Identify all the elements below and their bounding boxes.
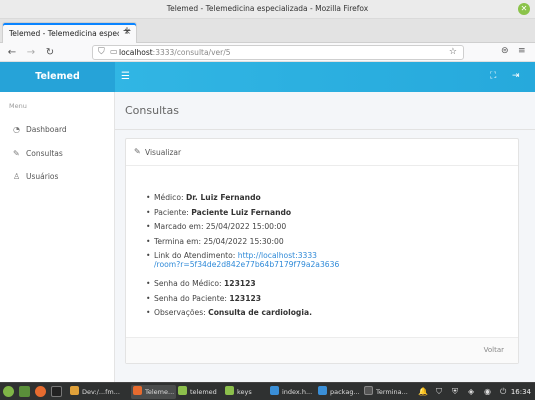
- fullscreen-icon[interactable]: ⛶: [490, 71, 496, 81]
- sidebar-item-label: Consultas: [26, 149, 63, 158]
- taskbar-clock[interactable]: 16:34: [511, 385, 531, 399]
- page-info-icon[interactable]: ▭: [110, 47, 118, 56]
- sidebar-toggle-icon[interactable]: ☰: [121, 71, 130, 82]
- os-taskbar: Dev:/...fm... Teleme... telemed keys ind…: [0, 382, 535, 400]
- shield-icon[interactable]: ⛨: [452, 385, 458, 399]
- list-item: Senha do Médico: 123123: [146, 279, 506, 294]
- browser-tab[interactable]: Telemed - Telemedicina especia ×: [2, 22, 137, 43]
- forward-icon[interactable]: →: [24, 46, 38, 59]
- list-item: Senha do Paciente: 123123: [146, 294, 506, 309]
- terminal-launcher-icon[interactable]: [51, 386, 62, 397]
- wifi-icon[interactable]: ◉: [484, 385, 491, 399]
- sidebar: Menu ◔ Dashboard ✎ Consultas ♙ Usuários: [0, 92, 115, 382]
- taskbar-item[interactable]: telemed: [178, 385, 217, 399]
- tab-title: Telemed - Telemedicina especia: [9, 29, 119, 38]
- new-tab-button[interactable]: +: [120, 22, 134, 40]
- browser-navbar: ← → ↻ ⛉ ▭ localhost:3333/consulta/ver/5 …: [0, 43, 535, 62]
- notification-icon[interactable]: 🔔: [418, 385, 428, 399]
- app-header: Telemed ☰ ⛶ ⇥: [0, 62, 535, 92]
- card-footer: Voltar: [126, 337, 518, 363]
- main-content: Consultas ✎ Visualizar Médico: Dr. Luiz …: [115, 92, 535, 382]
- page-title: Consultas: [125, 104, 179, 117]
- shield-icon[interactable]: ⛉: [98, 47, 105, 57]
- network-icon[interactable]: ⛉: [436, 385, 442, 399]
- sidebar-item-label: Usuários: [26, 172, 59, 181]
- window-title: Telemed - Telemedicina especializada - M…: [166, 4, 369, 13]
- window-close-icon[interactable]: ✕: [518, 3, 530, 15]
- edit-icon: ✎: [13, 149, 20, 158]
- list-item: Termina em: 25/04/2022 15:30:00: [146, 237, 506, 252]
- list-item: Paciente: Paciente Luiz Fernando: [146, 208, 506, 223]
- list-item: Marcado em: 25/04/2022 15:00:00: [146, 222, 506, 237]
- reload-icon[interactable]: ↻: [43, 46, 57, 59]
- dashboard-icon: ◔: [13, 125, 20, 134]
- bookmark-star-icon[interactable]: ☆: [449, 47, 457, 57]
- list-item: Médico: Dr. Luiz Fernando: [146, 193, 506, 208]
- firefox-launcher-icon[interactable]: [35, 386, 46, 397]
- list-item: Link do Atendimento: http://localhost:33…: [146, 251, 506, 279]
- power-icon[interactable]: ⏻: [500, 385, 506, 399]
- browser-tab-strip: Telemed - Telemedicina especia × +: [0, 19, 535, 43]
- appointment-details: Médico: Dr. Luiz Fernando Paciente: Paci…: [146, 193, 506, 323]
- list-item: Observações: Consulta de cardiologia.: [146, 308, 506, 323]
- window-titlebar: Telemed - Telemedicina especializada - M…: [0, 0, 535, 19]
- details-card: ✎ Visualizar Médico: Dr. Luiz Fernando P…: [125, 138, 519, 364]
- meeting-link-continued[interactable]: /room?r=5f34de2d842e77b64b7179f79a2a3636: [154, 260, 506, 269]
- taskbar-item[interactable]: index.h...: [270, 385, 312, 399]
- logout-icon[interactable]: ⇥: [512, 71, 520, 81]
- card-title: Visualizar: [145, 148, 182, 157]
- brand-logo[interactable]: Telemed: [0, 62, 115, 92]
- taskbar-item[interactable]: Termina...: [364, 385, 408, 399]
- edit-icon: ✎: [134, 147, 141, 156]
- user-icon: ♙: [13, 172, 21, 181]
- meeting-link[interactable]: http://localhost:3333: [238, 251, 317, 260]
- divider: [115, 129, 535, 130]
- taskbar-item-active[interactable]: Teleme...: [131, 385, 177, 399]
- taskbar-item[interactable]: keys: [225, 385, 252, 399]
- sidebar-item-consultas[interactable]: ✎ Consultas: [13, 149, 63, 163]
- url-text[interactable]: localhost:3333/consulta/ver/5: [119, 48, 231, 57]
- url-bar[interactable]: ⛉ ▭ localhost:3333/consulta/ver/5 ☆: [92, 45, 464, 60]
- card-header: ✎ Visualizar: [126, 139, 518, 166]
- sidebar-menu-title: Menu: [9, 102, 27, 110]
- sidebar-item-dashboard[interactable]: ◔ Dashboard: [13, 125, 67, 139]
- volume-icon[interactable]: ◈: [468, 385, 474, 399]
- back-button[interactable]: Voltar: [484, 346, 504, 354]
- taskbar-item[interactable]: packag...: [318, 385, 360, 399]
- taskbar-item[interactable]: Dev:/...fm...: [70, 385, 120, 399]
- hamburger-menu-icon[interactable]: ≡: [518, 46, 526, 56]
- show-desktop-icon[interactable]: [19, 386, 30, 397]
- sidebar-item-usuarios[interactable]: ♙ Usuários: [13, 172, 58, 186]
- pocket-icon[interactable]: ⊜: [501, 46, 509, 56]
- back-icon[interactable]: ←: [5, 46, 19, 59]
- sidebar-item-label: Dashboard: [26, 125, 67, 134]
- start-menu-icon[interactable]: [3, 386, 14, 397]
